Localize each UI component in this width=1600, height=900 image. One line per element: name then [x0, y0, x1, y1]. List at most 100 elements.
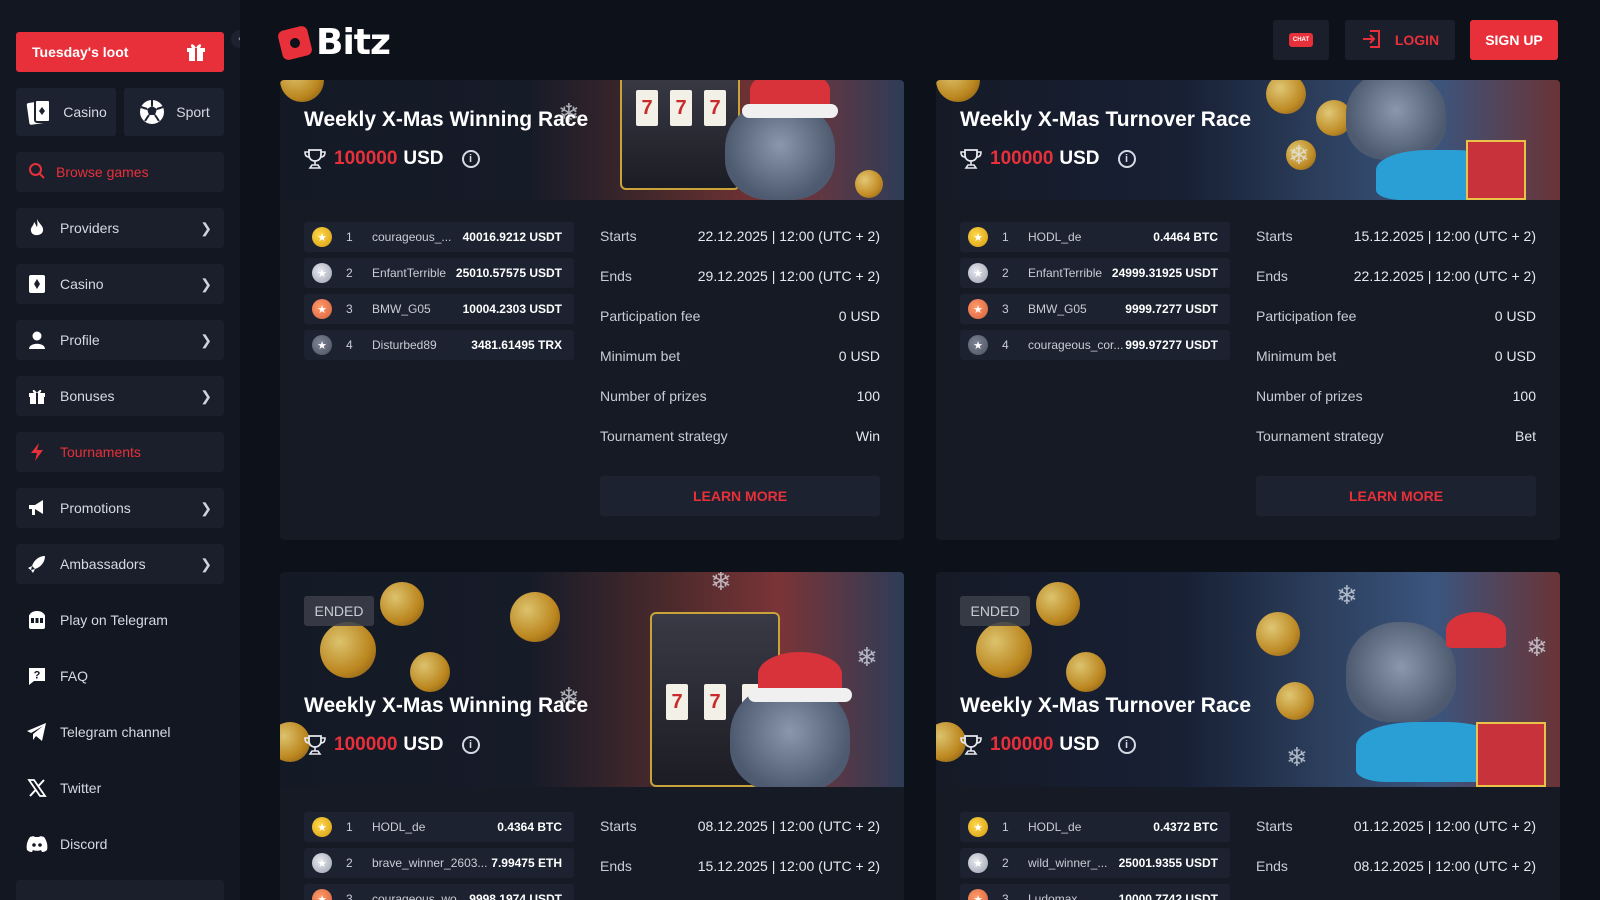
browse-games-button[interactable]: Browse games — [16, 152, 224, 192]
megaphone-icon — [26, 497, 48, 519]
casino-mode-button[interactable]: Casino — [16, 88, 116, 136]
sidebar-item-discord[interactable]: Discord — [16, 824, 224, 864]
sidebar-item-label: Promotions — [60, 500, 131, 516]
race-title: Weekly X-Mas Turnover Race — [960, 108, 1252, 131]
leaderboard-row: ★ 1 courageous_... 40016.9212 USDT — [304, 222, 574, 252]
trophy-icon — [304, 734, 326, 756]
detail-value: 15.12.2025 | 12:00 (UTC + 2) — [697, 858, 880, 874]
sidebar-item-promotions[interactable]: Promotions ❯ — [16, 488, 224, 528]
detail-value: 0 USD — [838, 348, 880, 364]
sidebar-item-twitter[interactable]: Twitter — [16, 768, 224, 808]
detail-ends: Ends 08.12.2025 | 12:00 (UTC + 2) — [1256, 846, 1536, 886]
mode-switch: Casino Sport — [16, 88, 224, 136]
player-name: HODL_de — [372, 820, 426, 834]
user-icon — [26, 329, 48, 351]
detail-prizes: Number of prizes 100 — [600, 376, 880, 416]
player-score: 10004.2303 USDT — [462, 302, 562, 316]
sidebar-item-bonuses[interactable]: Bonuses ❯ — [16, 376, 224, 416]
info-icon[interactable]: i — [1117, 150, 1136, 168]
tournament-card: 777 ❄ Weekly X-Mas Winning Race 100000 U… — [280, 80, 904, 540]
prize-currency: USD — [403, 148, 444, 169]
sidebar-item-partial[interactable] — [16, 880, 224, 900]
detail-label: Participation fee — [1256, 308, 1357, 324]
detail-strategy: Tournament strategy Win — [600, 416, 880, 456]
sidebar-item-tournaments[interactable]: Tournaments — [16, 432, 224, 472]
lightning-icon — [26, 441, 48, 463]
detail-ends: Ends 15.12.2025 | 12:00 (UTC + 2) — [600, 846, 880, 886]
sidebar-item-label: Tournaments — [60, 444, 141, 460]
leaderboard-row: ★ 3 BMW_G05 10004.2303 USDT — [304, 294, 574, 324]
sidebar-item-casino[interactable]: Casino ❯ — [16, 264, 224, 304]
telegram-icon — [26, 721, 48, 743]
sidebar-item-faq[interactable]: ? FAQ — [16, 656, 224, 696]
chevron-right-icon: ❯ — [200, 555, 212, 572]
soccer-ball-icon — [138, 98, 166, 126]
chevron-right-icon: ❯ — [200, 331, 212, 348]
sport-mode-button[interactable]: Sport — [124, 88, 224, 136]
bitz-logo[interactable]: Bitz — [276, 22, 391, 63]
player-name: courageous_wo... — [372, 892, 467, 900]
ended-badge: ENDED — [304, 596, 374, 626]
browse-games-label: Browse games — [56, 164, 149, 180]
detail-ends: Ends 29.12.2025 | 12:00 (UTC + 2) — [600, 256, 880, 296]
detail-min-bet: Minimum bet 0 USD — [600, 336, 880, 376]
tournament-banner: ❄ Weekly X-Mas Turnover Race 100000 USD … — [936, 80, 1560, 200]
signup-button[interactable]: SIGN UP — [1470, 20, 1558, 60]
tournament-details: Starts 01.12.2025 | 12:00 (UTC + 2) Ends 0… — [1256, 806, 1536, 886]
gold-medal-icon: ★ — [312, 817, 332, 837]
sidebar-item-telegram-channel[interactable]: Telegram channel — [16, 712, 224, 752]
gold-medal-icon: ★ — [968, 817, 988, 837]
rank: 3 — [346, 302, 353, 316]
question-bubble-icon: ? — [26, 665, 48, 687]
player-score: 25001.9355 USDT — [1118, 856, 1218, 870]
chevron-right-icon: ❯ — [200, 499, 212, 516]
info-icon[interactable]: i — [1117, 736, 1136, 754]
info-icon[interactable]: i — [461, 150, 480, 168]
tuesdays-loot-button[interactable]: Tuesday's loot — [16, 32, 224, 72]
sidebar-item-profile[interactable]: Profile ❯ — [16, 320, 224, 360]
detail-label: Ends — [1256, 858, 1288, 874]
sidebar-item-providers[interactable]: Providers ❯ — [16, 208, 224, 248]
race-title: Weekly X-Mas Winning Race — [304, 694, 589, 717]
leaderboard: ★ 1 HODL_de 0.4372 BTC ★ 2 wild_winner_.… — [960, 812, 1230, 900]
player-name: EnfantTerrible — [1028, 266, 1103, 280]
gift-graphic — [1466, 140, 1526, 200]
bronze-medal-icon: ★ — [968, 889, 988, 900]
gift-box-icon — [26, 385, 48, 407]
loot-label: Tuesday's loot — [32, 44, 129, 60]
leaderboard-row: ★ 2 wild_winner_... 25001.9355 USDT — [960, 848, 1230, 878]
chat-icon: CHAT — [1288, 33, 1314, 47]
leaderboard-row: ★ 3 BMW_G05 9999.7277 USDT — [960, 294, 1230, 324]
login-icon — [1361, 28, 1383, 53]
rank: 4 — [1002, 338, 1009, 352]
prize-currency: USD — [1059, 148, 1100, 169]
detail-label: Minimum bet — [1256, 348, 1337, 364]
detail-starts: Starts 08.12.2025 | 12:00 (UTC + 2) — [600, 806, 880, 846]
logo-text: Bitz — [316, 22, 391, 63]
sidebar-item-play-on-telegram[interactable]: Play on Telegram — [16, 600, 224, 640]
x-twitter-icon — [26, 777, 48, 799]
sidebar-item-ambassadors[interactable]: Ambassadors ❯ — [16, 544, 224, 584]
player-score: 25010.57575 USDT — [455, 266, 562, 280]
detail-value: 100 — [856, 388, 880, 404]
top-header: Bitz CHAT LOGIN SIGN UP — [240, 0, 1600, 80]
detail-label: Number of prizes — [1256, 388, 1363, 404]
info-icon[interactable]: i — [461, 736, 480, 754]
player-name: courageous_... — [372, 230, 452, 244]
sidebar: Tuesday's loot ‹ Casino Sport Browse gam… — [0, 0, 249, 900]
silver-medal-icon: ★ — [312, 263, 332, 283]
player-name: Ludomax — [1028, 892, 1078, 900]
tournament-card: ❄ Weekly X-Mas Turnover Race 100000 USD … — [936, 80, 1560, 540]
login-button[interactable]: LOGIN — [1345, 20, 1455, 60]
chat-button[interactable]: CHAT — [1273, 20, 1329, 60]
rank: 4 — [346, 338, 353, 352]
detail-value: 22.12.2025 | 12:00 (UTC + 2) — [697, 228, 880, 244]
learn-more-button[interactable]: LEARN MORE — [1256, 476, 1536, 516]
rank-star-icon: ★ — [312, 335, 332, 355]
player-score: 0.4372 BTC — [1153, 820, 1218, 834]
detail-value: 01.12.2025 | 12:00 (UTC + 2) — [1353, 818, 1536, 834]
leaderboard-row: ★ 2 EnfantTerrible 24999.31925 USDT — [960, 258, 1230, 288]
learn-more-button[interactable]: LEARN MORE — [600, 476, 880, 516]
detail-starts: Starts 01.12.2025 | 12:00 (UTC + 2) — [1256, 806, 1536, 846]
detail-value: Bet — [1514, 428, 1536, 444]
